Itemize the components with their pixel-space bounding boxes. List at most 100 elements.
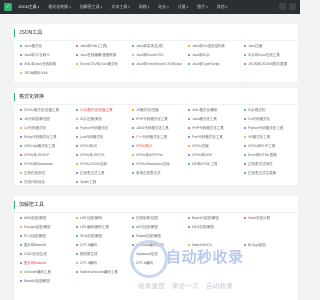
nav-webmaster[interactable]: 站长▾ (158, 4, 169, 10)
tool-link[interactable]: Json转Yaml/Excel/CSV转Json (132, 60, 182, 68)
tool-link[interactable]: 在线代码对比 (20, 178, 70, 186)
bullet-icon (20, 280, 22, 282)
tool-link[interactable]: HTML转JSP/JS (76, 151, 126, 159)
tool-link[interactable]: XML格式化/解析 (188, 106, 238, 114)
tool-link[interactable]: GUID在线生成 (20, 250, 70, 258)
tool-link[interactable]: PHP代码格式化工具 (132, 115, 182, 123)
nav-encrypt[interactable]: 加解密工具▾ (80, 4, 103, 10)
tool-link[interactable]: JSON转JSON5格式/数据 (244, 60, 294, 68)
tool-link[interactable]: Json转TypeScript (188, 60, 238, 68)
tool-link[interactable]: JS代码混淆/加密 (20, 115, 70, 123)
tool-link[interactable]: PHP代码格式化工具 (188, 124, 238, 132)
tool-link[interactable]: 图片转Base64 (20, 241, 70, 249)
tool-link[interactable]: HTML格式化/压缩工具 (20, 106, 70, 114)
tool-link[interactable]: UTF-8编码 (76, 241, 126, 249)
nav-measure[interactable]: 计量▾ (178, 4, 189, 10)
tool-link[interactable]: RC4加密/解密 (20, 232, 70, 240)
tool-link[interactable]: Excel/CSV转Json格式化 (76, 60, 126, 68)
tool-link-label: Ruby代码格式化工具 (24, 135, 57, 139)
tool-link[interactable]: UTF-8解码 (76, 259, 126, 267)
tool-link[interactable]: Json压缩 (244, 42, 294, 50)
tool-row: MD5加密/解密 URL加密/解码 在线哈希/加密 Base64加密/解密 Hash在线… (20, 214, 298, 222)
tool-link[interactable]: 随机数生成 (76, 250, 126, 258)
tool-link[interactable]: Xpath工具 (76, 178, 126, 186)
tool-link[interactable]: AES加密/解密 (132, 223, 182, 231)
tool-link[interactable]: HTML转ASP/Perl (132, 151, 182, 159)
nav-other[interactable]: 其他▾ (217, 4, 228, 10)
tool-link[interactable]: Json在线编辑/视图转换 (76, 51, 126, 59)
tool-link[interactable]: Excel转HTML表格 (244, 151, 294, 159)
tool-link-label: Python代码格式化工具 (248, 126, 284, 130)
tool-link[interactable]: HTML转VBS (188, 151, 238, 159)
tool-link[interactable]: HTML转JS/ASP (20, 151, 70, 159)
tool-link[interactable]: HTML转JS (76, 142, 126, 150)
tool-link[interactable]: Lua代码格式化 (76, 133, 126, 141)
tool-link[interactable]: Json转XML(工具) (76, 42, 126, 50)
tool-link[interactable]: XML转Json在线转换 (20, 60, 70, 68)
tool-link[interactable]: HTML/Markdown互转 (132, 160, 182, 168)
tool-link[interactable]: C#代码格式化 (20, 124, 70, 132)
tool-link[interactable]: HTML压缩 (188, 142, 238, 150)
tool-link[interactable]: MD转HTML工具 (188, 160, 238, 168)
bullet-icon (244, 109, 246, 111)
tool-link[interactable]: URL编码/解码工具 (76, 223, 126, 231)
tool-link[interactable]: HTML转PHP工具 (244, 142, 294, 150)
nav-image[interactable]: 图片▾ (197, 4, 208, 10)
tool-link[interactable]: Ruby代码格式化工具 (20, 133, 70, 141)
tool-link[interactable]: MD5加密/解密 (20, 214, 70, 222)
tool-link-label: Perl代码格式化工具 (192, 135, 223, 139)
tool-link[interactable]: VBScript格式化工具 (20, 142, 70, 150)
tool-link-label: SHA加密/解密 (80, 234, 103, 238)
tool-link[interactable]: 正则表达式工具 (76, 169, 126, 177)
nav-network[interactable]: 网络▾ (139, 4, 150, 10)
tool-link[interactable]: Base64加密解密 (20, 277, 70, 285)
tool-link[interactable]: SQL压缩/美化 (76, 115, 126, 123)
tool-link[interactable]: Go代码格式化 (244, 115, 294, 123)
nav-format[interactable]: 格式化转换▾ (48, 4, 71, 10)
tool-link[interactable]: Python代码格式化 (76, 124, 126, 132)
tool-link[interactable]: Json转Go语言结构体 (188, 42, 238, 50)
tool-link[interactable]: CSS格式化/压缩工具 (76, 106, 126, 114)
tool-link[interactable]: 在线哈希/加密 (132, 214, 182, 222)
tool-link[interactable]: HTML转义 (132, 142, 182, 150)
tool-link[interactable]: JS格式化/压缩 (132, 106, 182, 114)
tool-link[interactable]: Native/Unicode编码工具 (76, 268, 126, 276)
tool-link[interactable]: Json转义/去转义 (20, 51, 70, 59)
tool-link[interactable]: JSON解析/XML (20, 69, 70, 77)
tool-link[interactable]: 正则在线测试 (20, 169, 70, 177)
tool-link[interactable]: 正则表达式生成器 (244, 169, 294, 177)
tool-link[interactable]: 正则表达式测试 (244, 160, 294, 168)
tool-link[interactable]: Json格式化 (20, 42, 70, 50)
tool-link[interactable]: Base64加密/解密 (188, 214, 238, 222)
tool-link[interactable]: SQL转Json在线工具 (244, 51, 294, 59)
tool-link[interactable]: Rabbit加密/解密 (132, 232, 182, 240)
tool-link[interactable]: SHA加密/解密 (76, 232, 126, 240)
tool-link[interactable]: Hash在线计算 (244, 214, 294, 222)
tool-link[interactable]: Escape加密/解密 (20, 223, 70, 231)
nav-text[interactable]: 文本工具▾ (111, 4, 130, 10)
tool-link[interactable]: DES加密/解密 (188, 223, 238, 231)
nav-json[interactable]: JSON工具▾ (18, 4, 39, 10)
tool-link[interactable]: Perl代码格式化工具 (188, 133, 238, 141)
bullet-icon (132, 226, 134, 228)
tool-link[interactable]: SQL格式化 (244, 106, 294, 114)
tool-link[interactable]: Json转Excel/CSV (132, 51, 182, 59)
tool-link[interactable]: HTML转Markdown (20, 160, 70, 168)
tool-link[interactable]: Unicode编码工具 (20, 268, 70, 276)
tool-link[interactable]: 常用正则表达式 (132, 169, 182, 177)
tool-link[interactable]: JAVA代码格式化工具 (132, 124, 182, 132)
tool-link[interactable]: Json转SQL (188, 51, 238, 59)
search-icon[interactable] (279, 3, 286, 10)
tool-link[interactable]: HTML/JSON互转 (76, 160, 126, 168)
tool-link[interactable]: Java格式化工具 (188, 115, 238, 123)
tool-logo-icon[interactable]: ✓ (4, 3, 12, 11)
tool-link[interactable]: C++代码格式化工具 (132, 133, 182, 141)
tool-link[interactable]: 图片转Base64 (20, 259, 70, 267)
tool-row: JSON解析/XML (20, 69, 298, 77)
tool-link[interactable]: URL加密/解码 (76, 214, 126, 222)
menu-icon[interactable] (289, 3, 296, 10)
bullet-icon (20, 235, 22, 237)
tool-link[interactable]: Json转实体(生成) (132, 42, 182, 50)
tool-link[interactable]: Python代码格式化工具 (244, 124, 294, 132)
tool-link[interactable]: VB格式化工具 (244, 133, 294, 141)
